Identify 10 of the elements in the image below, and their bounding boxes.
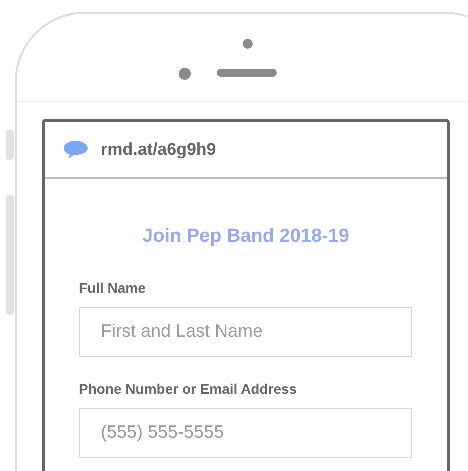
input-field[interactable]: First and Last Name [79,306,412,356]
url-text: rmd.at/a6g9h9 [101,138,216,161]
field-label: Phone Number or Email Address [79,380,298,398]
speaker-icon [217,69,277,77]
field-label: Full Name [79,278,147,298]
input-field[interactable]: (555) 555-5555 [79,408,412,458]
sensor-icon [179,68,191,80]
form-title: Join Pep Band 2018-19 [142,225,350,249]
camera-icon [243,39,253,49]
speech-bubble-icon [63,140,89,160]
